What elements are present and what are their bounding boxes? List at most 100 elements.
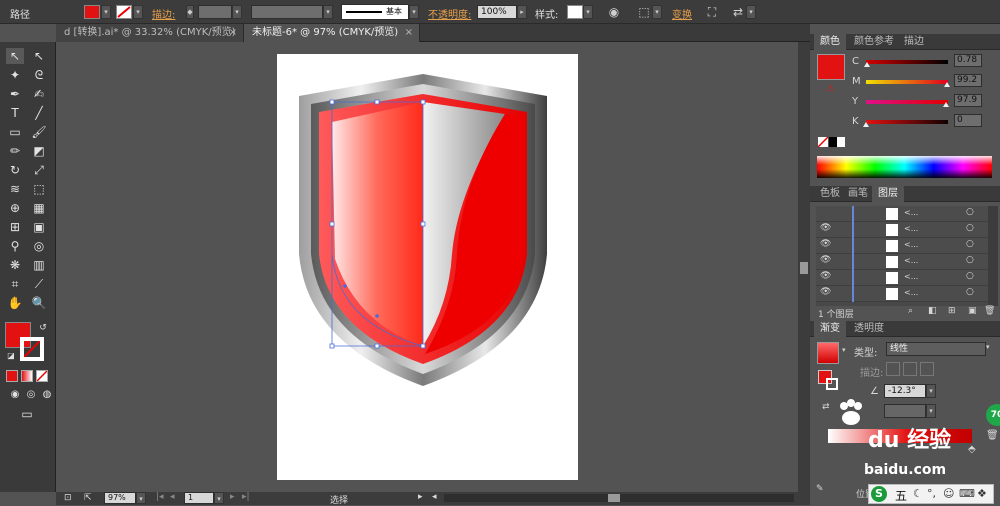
channel-c-thumb[interactable] xyxy=(863,62,870,67)
selection-tool-icon[interactable]: ↖ xyxy=(6,48,24,64)
none-mode-button[interactable] xyxy=(36,370,48,382)
layer-row[interactable]: 👁 <... ○ xyxy=(816,270,996,286)
rectangle-tool-icon[interactable]: ▭ xyxy=(6,124,24,140)
color-mode-button[interactable] xyxy=(6,370,18,382)
close-tab-icon[interactable]: × xyxy=(229,24,237,41)
stroke-weight-stepper[interactable]: ◆ xyxy=(186,5,194,19)
target-icon[interactable]: ○ xyxy=(966,287,974,297)
tab-layers[interactable]: 图层 xyxy=(872,186,904,202)
page-dropdown[interactable]: ▾ xyxy=(214,492,224,504)
warp-tool-icon[interactable]: ≋ xyxy=(6,181,24,197)
channel-c-slider[interactable] xyxy=(866,60,948,64)
layer-row[interactable]: 👁 <... ○ xyxy=(816,286,996,302)
ime-mode-label[interactable]: 五 xyxy=(895,487,907,504)
artboard-nav-icon[interactable]: ⊡ xyxy=(64,493,72,503)
opacity-dropdown[interactable]: ▸ xyxy=(517,5,527,19)
tab-document-d[interactable]: d [转换].ai* @ 33.32% (CMYK/预览) × xyxy=(56,24,244,42)
layer-row[interactable]: 👁 <... ○ xyxy=(816,254,996,270)
layer-name[interactable]: <... xyxy=(904,224,918,233)
shape-builder-tool-icon[interactable]: ⊕ xyxy=(6,200,24,216)
anchor-point[interactable] xyxy=(374,99,380,105)
first-page-icon[interactable]: |◂ xyxy=(156,492,164,502)
gradient-preview-dropdown[interactable]: ▾ xyxy=(842,346,846,354)
graphic-style-swatch[interactable] xyxy=(567,5,583,19)
symbol-sprayer-tool-icon[interactable]: ❋ xyxy=(6,257,24,273)
prev-page-icon[interactable]: ◂ xyxy=(170,492,175,502)
ime-keyboard-icon[interactable]: ⌨ xyxy=(959,487,975,500)
arrange-dropdown[interactable]: ▾ xyxy=(746,5,756,19)
locate-object-icon[interactable]: ⌕ xyxy=(908,306,913,316)
gradient-type-select[interactable]: 线性 xyxy=(886,342,986,356)
ime-emoji-icon[interactable]: ☺ xyxy=(943,487,954,500)
hand-tool-icon[interactable]: ✋ xyxy=(6,295,24,311)
gradient-mode-button[interactable] xyxy=(21,370,33,382)
layer-name[interactable]: <... xyxy=(904,240,918,249)
visibility-eye-icon[interactable]: 👁 xyxy=(820,271,831,281)
zoom-tool-icon[interactable]: 🔍 xyxy=(30,295,48,311)
tab-gradient[interactable]: 渐变 xyxy=(814,321,846,337)
eyedropper-tool-icon[interactable]: ⚲ xyxy=(6,238,24,254)
line-tool-icon[interactable]: ╱ xyxy=(30,105,48,121)
gradient-tool-icon[interactable]: ▣ xyxy=(30,219,48,235)
visibility-eye-icon[interactable]: 👁 xyxy=(820,287,831,297)
gradient-stop[interactable]: ⬘ xyxy=(968,444,976,455)
tab-brushes[interactable]: 画笔 xyxy=(842,186,874,202)
vertical-scroll-thumb[interactable] xyxy=(800,262,808,274)
slice-tool-icon[interactable]: ⟋ xyxy=(30,276,48,292)
scale-tool-icon[interactable]: ⤢ xyxy=(30,162,48,178)
target-icon[interactable]: ○ xyxy=(966,271,974,281)
transform-link[interactable]: 变换 xyxy=(672,6,692,21)
aspect-ratio-dropdown[interactable]: ▾ xyxy=(926,404,936,418)
gradient-stroke-box[interactable] xyxy=(826,378,838,390)
reverse-gradient-icon[interactable]: ⇄ xyxy=(822,402,830,412)
horizontal-scroll-thumb[interactable] xyxy=(608,494,620,502)
align-icon[interactable]: ⬚ xyxy=(636,4,652,20)
style-dropdown[interactable]: ▾ xyxy=(583,5,593,19)
shield-artwork[interactable] xyxy=(277,54,578,480)
pen-tool-icon[interactable]: ✒ xyxy=(6,86,24,102)
ime-punctuation-icon[interactable]: °, xyxy=(927,487,936,500)
curve-handle[interactable] xyxy=(343,284,347,288)
profile-dropdown[interactable]: ▾ xyxy=(323,5,333,19)
ime-skin-icon[interactable]: ❖ xyxy=(977,487,987,500)
layer-name[interactable]: <... xyxy=(904,208,918,217)
layer-name[interactable]: <... xyxy=(904,256,918,265)
close-tab-icon[interactable]: × xyxy=(405,24,413,41)
pencil-tool-icon[interactable]: ✏ xyxy=(6,143,24,159)
layer-name[interactable]: <... xyxy=(904,272,918,281)
visibility-eye-icon[interactable]: 👁 xyxy=(820,223,831,233)
draw-inside-icon[interactable]: ◍ xyxy=(38,387,56,403)
tab-transparency[interactable]: 透明度 xyxy=(848,321,890,337)
layer-name[interactable]: <... xyxy=(904,288,918,297)
angle-field[interactable]: -12.3° xyxy=(884,384,926,398)
out-of-gamut-icon[interactable]: ⚠ xyxy=(826,84,834,94)
tab-stroke[interactable]: 描边 xyxy=(898,34,930,50)
variable-width-profile[interactable] xyxy=(251,5,323,19)
eyedropper-icon[interactable]: ✎ xyxy=(816,484,824,494)
fill-dropdown[interactable]: ▾ xyxy=(101,5,111,19)
channel-k-thumb[interactable] xyxy=(863,122,869,127)
target-icon[interactable]: ○ xyxy=(966,239,974,249)
anchor-point[interactable] xyxy=(374,343,380,349)
tab-document-untitled[interactable]: 未标题-6* @ 97% (CMYK/预览) × xyxy=(244,24,420,42)
arrange-icon[interactable]: ⇄ xyxy=(730,4,746,20)
aspect-ratio-field[interactable] xyxy=(884,404,926,418)
stroke-gradient-along-icon[interactable] xyxy=(903,362,917,376)
brush-definition[interactable]: 基本 xyxy=(341,4,409,20)
type-tool-icon[interactable]: T xyxy=(6,105,24,121)
current-fill-swatch[interactable] xyxy=(817,54,845,80)
isolate-icon[interactable]: ⛶ xyxy=(704,4,720,20)
channel-k-value[interactable]: 0 xyxy=(954,114,982,127)
opacity-field[interactable]: 100% xyxy=(477,5,517,19)
target-icon[interactable]: ○ xyxy=(966,207,974,217)
last-page-icon[interactable]: ▸| xyxy=(242,492,250,502)
channel-m-slider[interactable] xyxy=(866,80,948,84)
rotate-tool-icon[interactable]: ↻ xyxy=(6,162,24,178)
anchor-point[interactable] xyxy=(420,343,426,349)
gradient-preview-swatch[interactable] xyxy=(817,342,839,364)
perspective-grid-tool-icon[interactable]: ▦ xyxy=(30,200,48,216)
anchor-point[interactable] xyxy=(329,221,335,227)
layer-row[interactable]: 👁 <... ○ xyxy=(816,222,996,238)
eraser-tool-icon[interactable]: ◩ xyxy=(30,143,48,159)
stroke-gradient-within-icon[interactable] xyxy=(886,362,900,376)
